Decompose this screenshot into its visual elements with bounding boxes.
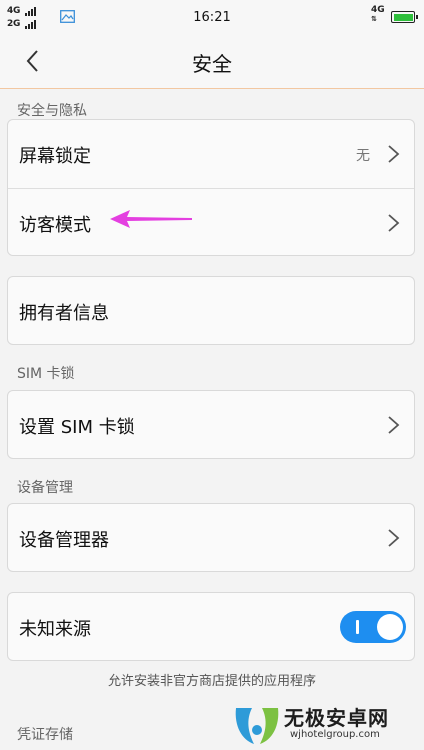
unknown-sources-label: 未知来源 bbox=[19, 619, 91, 640]
title-bar: 安全 bbox=[0, 34, 424, 89]
watermark-url: wjhotelgroup.com bbox=[290, 729, 380, 740]
status-time: 16:21 bbox=[193, 10, 231, 25]
screen-lock-value: 无 bbox=[356, 148, 370, 164]
data-arrows-icon: ⇅ bbox=[371, 15, 377, 23]
sim-lock-card: 设置 SIM 卡锁 bbox=[7, 390, 415, 459]
device-management-card: 设备管理器 bbox=[7, 503, 415, 572]
watermark-text: 无极安卓网 bbox=[284, 706, 389, 730]
section-header-security-privacy: 安全与隐私 bbox=[17, 103, 87, 119]
settings-row-owner-info[interactable]: 拥有者信息 bbox=[8, 277, 414, 345]
watermark: 无极安卓网 wjhotelgroup.com bbox=[228, 698, 424, 750]
settings-row-device-manager[interactable]: 设备管理器 bbox=[8, 504, 414, 572]
chevron-right-icon bbox=[388, 145, 400, 163]
owner-info-card: 拥有者信息 bbox=[7, 276, 415, 345]
owner-info-label: 拥有者信息 bbox=[19, 303, 109, 324]
chevron-right-icon bbox=[388, 214, 400, 232]
sim-lock-label: 设置 SIM 卡锁 bbox=[19, 417, 135, 438]
annotation-arrow-icon bbox=[110, 210, 192, 228]
section-header-credential-storage: 凭证存储 bbox=[17, 727, 73, 743]
settings-row-screen-lock[interactable]: 屏幕锁定 无 bbox=[8, 120, 414, 188]
section-header-device-management: 设备管理 bbox=[17, 480, 73, 496]
watermark-logo-icon bbox=[235, 708, 279, 744]
unknown-sources-note: 允许安装非官方商店提供的应用程序 bbox=[107, 674, 316, 689]
toggle-knob bbox=[377, 614, 403, 640]
chevron-right-icon bbox=[388, 529, 400, 547]
settings-row-sim-lock[interactable]: 设置 SIM 卡锁 bbox=[8, 391, 414, 459]
battery-fill bbox=[393, 13, 413, 21]
settings-row-guest-mode[interactable]: 访客模式 bbox=[8, 189, 414, 257]
status-bar: 4G 2G 16:21 4G ⇅ bbox=[0, 0, 424, 34]
section-header-sim-lock: SIM 卡锁 bbox=[17, 366, 75, 382]
settings-row-unknown-sources: 未知来源 bbox=[8, 593, 414, 661]
unknown-sources-toggle[interactable] bbox=[340, 611, 406, 643]
battery-icon bbox=[391, 11, 418, 23]
network-type: 4G ⇅ bbox=[371, 5, 385, 24]
toggle-on-mark bbox=[356, 620, 359, 634]
security-privacy-card: 屏幕锁定 无 访客模式 bbox=[7, 119, 415, 256]
page-title: 安全 bbox=[192, 52, 232, 76]
device-manager-label: 设备管理器 bbox=[19, 530, 109, 551]
unknown-sources-card: 未知来源 bbox=[7, 592, 415, 661]
guest-mode-label: 访客模式 bbox=[19, 215, 91, 236]
chevron-right-icon bbox=[388, 416, 400, 434]
screen-lock-label: 屏幕锁定 bbox=[19, 146, 91, 167]
